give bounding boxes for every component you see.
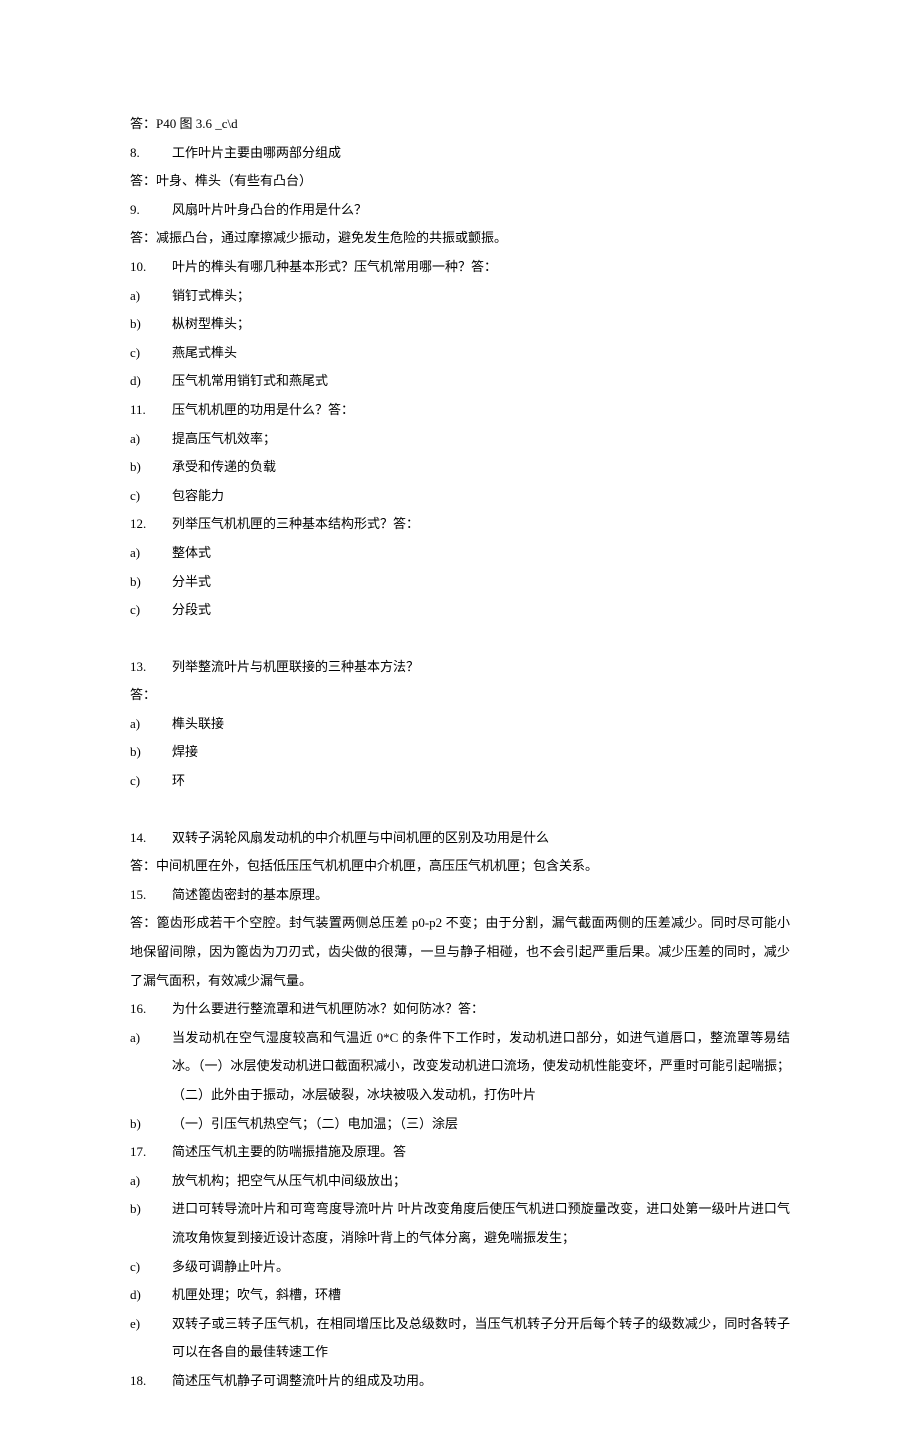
list-marker: a) — [130, 539, 172, 568]
list-marker: a) — [130, 425, 172, 454]
list-text: 榫头联接 — [172, 710, 224, 739]
list-marker: b) — [130, 453, 172, 482]
list-text: 包容能力 — [172, 482, 224, 511]
item-number: 11. — [130, 396, 172, 425]
list-item: c)分段式 — [130, 596, 790, 625]
list-text: 销钉式榫头； — [172, 282, 250, 311]
list-marker: b) — [130, 738, 172, 767]
list-text: （一）引压气机热空气；（二）电加温；（三）涂层 — [172, 1110, 458, 1139]
item-text: 双转子涡轮风扇发动机的中介机匣与中间机匣的区别及功用是什么 — [172, 824, 549, 853]
item-text: 工作叶片主要由哪两部分组成 — [172, 139, 341, 168]
question-15: 15. 简述篦齿密封的基本原理。 — [130, 881, 790, 910]
item-number: 17. — [130, 1138, 172, 1167]
list-item: a)当发动机在空气湿度较高和气温近 0*C 的条件下工作时，发动机进口部分，如进… — [130, 1024, 790, 1110]
item-text: 列举整流叶片与机匣联接的三种基本方法？ — [172, 653, 419, 682]
list-marker: c) — [130, 596, 172, 625]
answer-13-label: 答： — [130, 681, 790, 710]
list-item: a)整体式 — [130, 539, 790, 568]
list-item: b)（一）引压气机热空气；（二）电加温；（三）涂层 — [130, 1110, 790, 1139]
question-17: 17. 简述压气机主要的防喘振措施及原理。答 — [130, 1138, 790, 1167]
list-text: 双转子或三转子压气机，在相同增压比及总级数时，当压气机转子分开后每个转子的级数减… — [172, 1310, 790, 1367]
question-16: 16. 为什么要进行整流罩和进气机匣防冰？如何防冰？答： — [130, 995, 790, 1024]
list-text: 承受和传递的负载 — [172, 453, 276, 482]
item-text: 为什么要进行整流罩和进气机匣防冰？如何防冰？答： — [172, 995, 484, 1024]
list-text: 整体式 — [172, 539, 211, 568]
item-text: 风扇叶片叶身凸台的作用是什么？ — [172, 196, 367, 225]
list-item: d)机匣处理；吹气，斜槽，环槽 — [130, 1281, 790, 1310]
list-text: 燕尾式榫头 — [172, 339, 237, 368]
item-number: 10. — [130, 253, 172, 282]
item-text: 简述压气机静子可调整流叶片的组成及功用。 — [172, 1367, 432, 1396]
item-number: 8. — [130, 139, 172, 168]
list-item: a)放气机构；把空气从压气机中间级放出； — [130, 1167, 790, 1196]
list-text: 机匣处理；吹气，斜槽，环槽 — [172, 1281, 341, 1310]
answer-ref: 答：P40 图 3.6 _c\d — [130, 110, 790, 139]
list-item: b)分半式 — [130, 568, 790, 597]
list-marker: c) — [130, 1253, 172, 1282]
list-item: c)燕尾式榫头 — [130, 339, 790, 368]
list-text: 提高压气机效率； — [172, 425, 276, 454]
list-marker: c) — [130, 482, 172, 511]
list-text: 放气机构；把空气从压气机中间级放出； — [172, 1167, 406, 1196]
list-marker: a) — [130, 710, 172, 739]
list-item: c)包容能力 — [130, 482, 790, 511]
list-marker: d) — [130, 367, 172, 396]
question-9: 9. 风扇叶片叶身凸台的作用是什么？ — [130, 196, 790, 225]
list-item: b)承受和传递的负载 — [130, 453, 790, 482]
list-text: 枞树型榫头； — [172, 310, 250, 339]
question-10: 10. 叶片的榫头有哪几种基本形式？压气机常用哪一种？答： — [130, 253, 790, 282]
list-marker: c) — [130, 339, 172, 368]
list-marker: a) — [130, 1167, 172, 1196]
item-text: 简述篦齿密封的基本原理。 — [172, 881, 328, 910]
item-number: 12. — [130, 510, 172, 539]
list-item: a)榫头联接 — [130, 710, 790, 739]
list-marker: c) — [130, 767, 172, 796]
item-number: 16. — [130, 995, 172, 1024]
list-text: 当发动机在空气湿度较高和气温近 0*C 的条件下工作时，发动机进口部分，如进气道… — [172, 1024, 790, 1110]
item-text: 叶片的榫头有哪几种基本形式？压气机常用哪一种？答： — [172, 253, 497, 282]
list-text: 分段式 — [172, 596, 211, 625]
list-marker: a) — [130, 282, 172, 311]
list-text: 分半式 — [172, 568, 211, 597]
list-marker: b) — [130, 1110, 172, 1139]
item-text: 列举压气机机匣的三种基本结构形式？答： — [172, 510, 419, 539]
list-text: 多级可调静止叶片。 — [172, 1253, 289, 1282]
item-number: 15. — [130, 881, 172, 910]
question-18: 18. 简述压气机静子可调整流叶片的组成及功用。 — [130, 1367, 790, 1396]
item-number: 18. — [130, 1367, 172, 1396]
item-number: 13. — [130, 653, 172, 682]
list-item: b)焊接 — [130, 738, 790, 767]
list-marker: b) — [130, 568, 172, 597]
list-item: b)进口可转导流叶片和可弯弯度导流叶片 叶片改变角度后使压气机进口预旋量改变，进… — [130, 1195, 790, 1252]
answer-15: 答：篦齿形成若干个空腔。封气装置两侧总压差 p0-p2 不变；由于分割，漏气截面… — [130, 909, 790, 995]
list-marker: b) — [130, 1195, 172, 1252]
list-marker: d) — [130, 1281, 172, 1310]
item-number: 9. — [130, 196, 172, 225]
list-item: b)枞树型榫头； — [130, 310, 790, 339]
list-item: c)多级可调静止叶片。 — [130, 1253, 790, 1282]
list-text: 压气机常用销钉式和燕尾式 — [172, 367, 328, 396]
list-item: a)销钉式榫头； — [130, 282, 790, 311]
list-text: 环 — [172, 767, 185, 796]
answer-8: 答：叶身、榫头（有些有凸台） — [130, 167, 790, 196]
list-item: a)提高压气机效率； — [130, 425, 790, 454]
item-text: 简述压气机主要的防喘振措施及原理。答 — [172, 1138, 406, 1167]
question-14: 14. 双转子涡轮风扇发动机的中介机匣与中间机匣的区别及功用是什么 — [130, 824, 790, 853]
answer-14: 答：中间机匣在外，包括低压压气机机匣中介机匣，高压压气机机匣；包含关系。 — [130, 852, 790, 881]
list-marker: e) — [130, 1310, 172, 1367]
question-8: 8. 工作叶片主要由哪两部分组成 — [130, 139, 790, 168]
list-item: c)环 — [130, 767, 790, 796]
question-11: 11. 压气机机匣的功用是什么？答： — [130, 396, 790, 425]
list-item: d)压气机常用销钉式和燕尾式 — [130, 367, 790, 396]
question-13: 13. 列举整流叶片与机匣联接的三种基本方法？ — [130, 653, 790, 682]
list-marker: b) — [130, 310, 172, 339]
item-text: 压气机机匣的功用是什么？答： — [172, 396, 354, 425]
list-text: 进口可转导流叶片和可弯弯度导流叶片 叶片改变角度后使压气机进口预旋量改变，进口处… — [172, 1195, 790, 1252]
list-item: e)双转子或三转子压气机，在相同增压比及总级数时，当压气机转子分开后每个转子的级… — [130, 1310, 790, 1367]
list-text: 焊接 — [172, 738, 198, 767]
list-marker: a) — [130, 1024, 172, 1110]
answer-9: 答：减振凸台，通过摩擦减少振动，避免发生危险的共振或颤振。 — [130, 224, 790, 253]
question-12: 12. 列举压气机机匣的三种基本结构形式？答： — [130, 510, 790, 539]
item-number: 14. — [130, 824, 172, 853]
